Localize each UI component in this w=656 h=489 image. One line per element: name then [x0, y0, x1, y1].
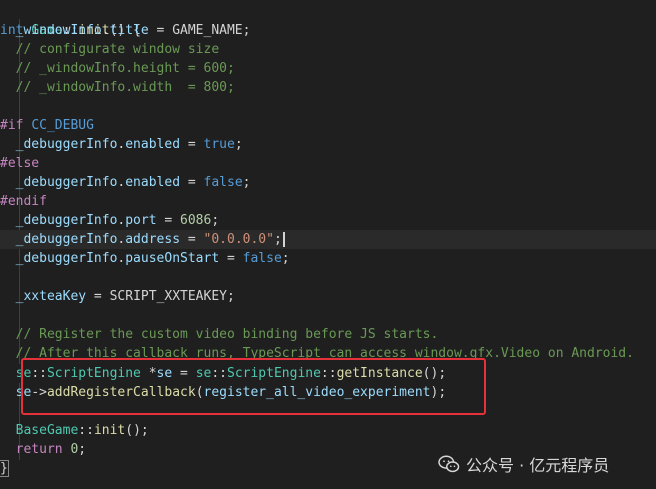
- code-line-10: _debuggerInfo.enabled = false;: [0, 173, 656, 192]
- token: _windowInfo: [15, 23, 102, 38]
- text-cursor: [282, 232, 285, 247]
- token: _xxteaKey: [15, 289, 87, 304]
- token: _debuggerInfo: [15, 251, 118, 266]
- token: CC_DEBUG: [31, 118, 94, 133]
- token: false: [242, 251, 282, 266]
- code-line-14: _debuggerInfo.pauseOnStart = false;: [0, 249, 656, 268]
- token: ;: [78, 442, 87, 457]
- token: false: [203, 175, 243, 190]
- token: = GAME_NAME;: [148, 23, 251, 38]
- token: init: [93, 423, 126, 438]
- token: =: [180, 137, 204, 152]
- code-line-7: #if CC_DEBUG: [0, 116, 656, 135]
- annotation-highlight-box: [21, 358, 486, 415]
- token: #if: [0, 118, 24, 133]
- code-line-9: #else: [0, 156, 40, 171]
- token: enabled: [125, 137, 181, 152]
- code-line-8: _debuggerInfo.enabled = true;: [0, 135, 656, 154]
- token: enabled: [125, 175, 181, 190]
- code-line-16: _xxteaKey = SCRIPT_XXTEAKEY;: [0, 287, 656, 306]
- token: =: [219, 251, 243, 266]
- code-line-13: _debuggerInfo.address = "0.0.0.0";: [0, 230, 656, 249]
- token: =: [180, 232, 204, 247]
- token: =: [180, 175, 204, 190]
- code-line-1: int Game::init() {: [0, 2, 656, 38]
- closing-brace: }: [0, 460, 9, 477]
- token: BaseGame: [15, 423, 79, 438]
- token: .: [101, 23, 110, 38]
- token: ();: [125, 423, 149, 438]
- watermark-text: 公众号 · 亿元程序员: [466, 456, 610, 475]
- token: ;: [242, 175, 251, 190]
- code-editor[interactable]: int Game::init() { _windowInfo.title = G…: [0, 0, 656, 489]
- token: _debuggerInfo: [15, 175, 118, 190]
- code-line-12: _debuggerInfo.port = 6086;: [0, 211, 656, 230]
- token: _debuggerInfo: [15, 213, 118, 228]
- token: ;: [273, 232, 282, 247]
- token: ::: [78, 423, 94, 438]
- token: = SCRIPT_XXTEAKEY;: [86, 289, 235, 304]
- token: title: [109, 23, 149, 38]
- token: true: [203, 137, 235, 152]
- code-line-4: // _windowInfo.height = 600;: [0, 61, 235, 76]
- token: ;: [211, 213, 220, 228]
- token: ;: [281, 251, 290, 266]
- wechat-icon: [438, 455, 460, 473]
- code-line-5: // _windowInfo.width = 800;: [0, 80, 235, 95]
- code-line-23: BaseGame::init();: [0, 421, 656, 440]
- token: "0.0.0.0": [203, 232, 274, 247]
- code-line-3: // configurate window size: [0, 42, 220, 57]
- token: port: [125, 213, 157, 228]
- code-line-18: // Register the custom video binding bef…: [0, 327, 439, 342]
- token: =: [156, 213, 181, 228]
- code-line-11: #endif: [0, 194, 47, 209]
- token: return: [15, 442, 63, 457]
- token: _debuggerInfo: [15, 137, 118, 152]
- token: ;: [234, 137, 243, 152]
- watermark: 公众号 · 亿元程序员: [438, 452, 609, 476]
- token: _debuggerInfo: [15, 232, 118, 247]
- token: 6086: [180, 213, 212, 228]
- token: address: [125, 232, 181, 247]
- token: pauseOnStart: [125, 251, 220, 266]
- code-line-2: _windowInfo.title = GAME_NAME;: [0, 21, 656, 40]
